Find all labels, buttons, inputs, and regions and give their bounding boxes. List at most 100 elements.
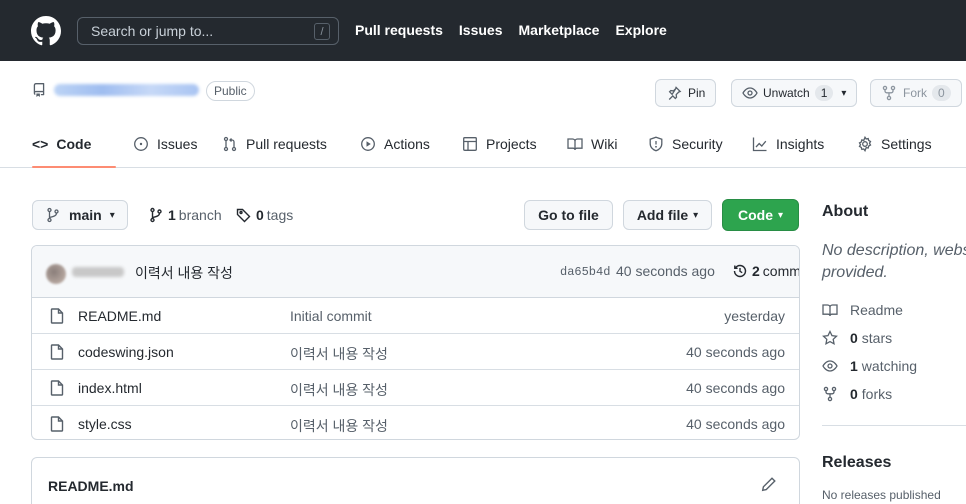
file-commit-time: 40 seconds ago (686, 380, 785, 396)
fork-count: 0 (932, 85, 951, 101)
tab-code[interactable]: <> Code (32, 136, 91, 152)
chevron-down-icon: ▾ (841, 87, 847, 99)
nav-explore[interactable]: Explore (615, 22, 666, 38)
readme-title[interactable]: README.md (48, 478, 134, 494)
tab-code-label: Code (56, 136, 92, 152)
file-name[interactable]: README.md (78, 308, 161, 324)
branches-link[interactable]: 1 branch (148, 207, 222, 223)
commit-sha[interactable]: da65b4d (560, 265, 610, 279)
tab-wiki[interactable]: Wiki (567, 136, 617, 152)
eye-icon (822, 360, 838, 372)
star-icon (822, 330, 838, 346)
tab-wiki-label: Wiki (591, 136, 618, 152)
add-file-label: Add file (636, 207, 689, 223)
add-file-button[interactable]: Add file ▾ (623, 200, 712, 230)
code-button-label: Code (737, 207, 773, 223)
forks-link[interactable]: 0 forks (822, 386, 892, 402)
tab-security[interactable]: Security (648, 136, 723, 152)
git-branch-icon (47, 207, 59, 223)
file-name[interactable]: style.css (78, 416, 132, 432)
go-to-file-button[interactable]: Go to file (524, 200, 613, 230)
nav-pull-requests[interactable]: Pull requests (355, 22, 443, 38)
commit-time: 40 seconds ago (616, 263, 715, 279)
unwatch-label: Unwatch (763, 86, 810, 100)
tag-count: 0 (256, 207, 264, 223)
file-commit-message[interactable]: 이력서 내용 작성 (290, 416, 388, 436)
file-icon (50, 380, 64, 396)
pull-request-icon (223, 136, 237, 152)
file-commit-message[interactable]: 이력서 내용 작성 (290, 344, 388, 364)
tab-issues-label: Issues (157, 136, 198, 152)
forks-word: forks (861, 386, 893, 402)
code-download-button[interactable]: Code ▾ (722, 199, 799, 231)
watching-link[interactable]: 1 watching (822, 358, 917, 374)
pin-button[interactable]: Pin (655, 79, 717, 107)
tab-actions[interactable]: Actions (360, 136, 430, 152)
tab-insights[interactable]: Insights (752, 136, 824, 152)
issue-icon (134, 137, 148, 151)
file-icon (50, 416, 64, 432)
watching-count: 1 (850, 358, 858, 374)
readme-link[interactable]: Readme (822, 302, 903, 318)
code-icon: <> (32, 136, 49, 152)
tab-projects[interactable]: Projects (462, 136, 537, 152)
commit-count-word: commits (762, 263, 800, 279)
latest-commit-bar: 이력서 내용 작성 da65b4d 40 seconds ago 2 commi… (32, 246, 799, 298)
file-list: 이력서 내용 작성 da65b4d 40 seconds ago 2 commi… (31, 245, 800, 440)
tab-issues[interactable]: Issues (133, 136, 197, 152)
shield-icon (649, 136, 663, 152)
nav-marketplace[interactable]: Marketplace (519, 22, 600, 38)
book-icon (567, 138, 583, 151)
fork-label: Fork (903, 86, 927, 100)
file-row[interactable]: codeswing.json 이력서 내용 작성 40 seconds ago (32, 334, 799, 370)
file-commit-time: 40 seconds ago (686, 416, 785, 432)
about-description: No description, webs provided. (822, 240, 966, 284)
github-logo-icon[interactable] (31, 16, 61, 46)
forks-count: 0 (850, 386, 858, 402)
file-row[interactable]: index.html 이력서 내용 작성 40 seconds ago (32, 370, 799, 406)
repo-name-redacted[interactable] (54, 84, 199, 96)
tab-settings[interactable]: Settings (857, 136, 932, 152)
stars-link[interactable]: 0 stars (822, 330, 892, 346)
readme-label: Readme (850, 302, 903, 318)
avatar[interactable] (46, 264, 66, 284)
pencil-icon[interactable] (761, 476, 777, 492)
branch-select-button[interactable]: main ▾ (32, 200, 128, 230)
pin-label: Pin (688, 86, 706, 100)
unwatch-button[interactable]: Unwatch 1 ▾ (731, 79, 858, 107)
file-commit-message[interactable]: 이력서 내용 작성 (290, 380, 388, 400)
tab-pull-requests[interactable]: Pull requests (222, 136, 327, 152)
chevron-down-icon: ▾ (693, 209, 699, 221)
book-icon (822, 304, 838, 317)
branch-name: main (69, 207, 102, 223)
file-name[interactable]: codeswing.json (78, 344, 174, 360)
search-placeholder: Search or jump to... (91, 23, 214, 39)
about-description-line-1: No description, webs (822, 242, 966, 259)
file-commit-time: 40 seconds ago (686, 344, 785, 360)
file-row[interactable]: README.md Initial commit yesterday (32, 298, 799, 334)
file-commit-message[interactable]: Initial commit (290, 308, 372, 324)
commit-author-redacted[interactable] (72, 267, 124, 277)
search-input[interactable]: Search or jump to... / (77, 17, 339, 45)
file-commit-time: yesterday (724, 308, 785, 324)
git-branch-icon (150, 207, 162, 223)
file-row[interactable]: style.css 이력서 내용 작성 40 seconds ago (32, 406, 799, 439)
tags-link[interactable]: 0 tags (236, 207, 293, 223)
watch-count: 1 (814, 85, 834, 101)
releases-text: No releases published (822, 488, 941, 502)
tag-word: tags (266, 207, 294, 223)
tab-security-label: Security (672, 136, 723, 152)
branch-count: 1 (168, 207, 176, 223)
readme-panel: README.md (31, 457, 800, 504)
history-icon (733, 264, 747, 278)
file-name[interactable]: index.html (78, 380, 142, 396)
fork-icon (823, 386, 837, 402)
fork-button[interactable]: Fork 0 (870, 79, 962, 107)
commit-message[interactable]: 이력서 내용 작성 (135, 263, 233, 283)
sidebar-divider (822, 425, 966, 426)
commits-link[interactable]: 2 commits (732, 263, 800, 279)
releases-heading[interactable]: Releases (822, 454, 891, 472)
tab-actions-label: Actions (384, 136, 430, 152)
nav-issues[interactable]: Issues (459, 22, 503, 38)
file-icon (50, 308, 64, 324)
